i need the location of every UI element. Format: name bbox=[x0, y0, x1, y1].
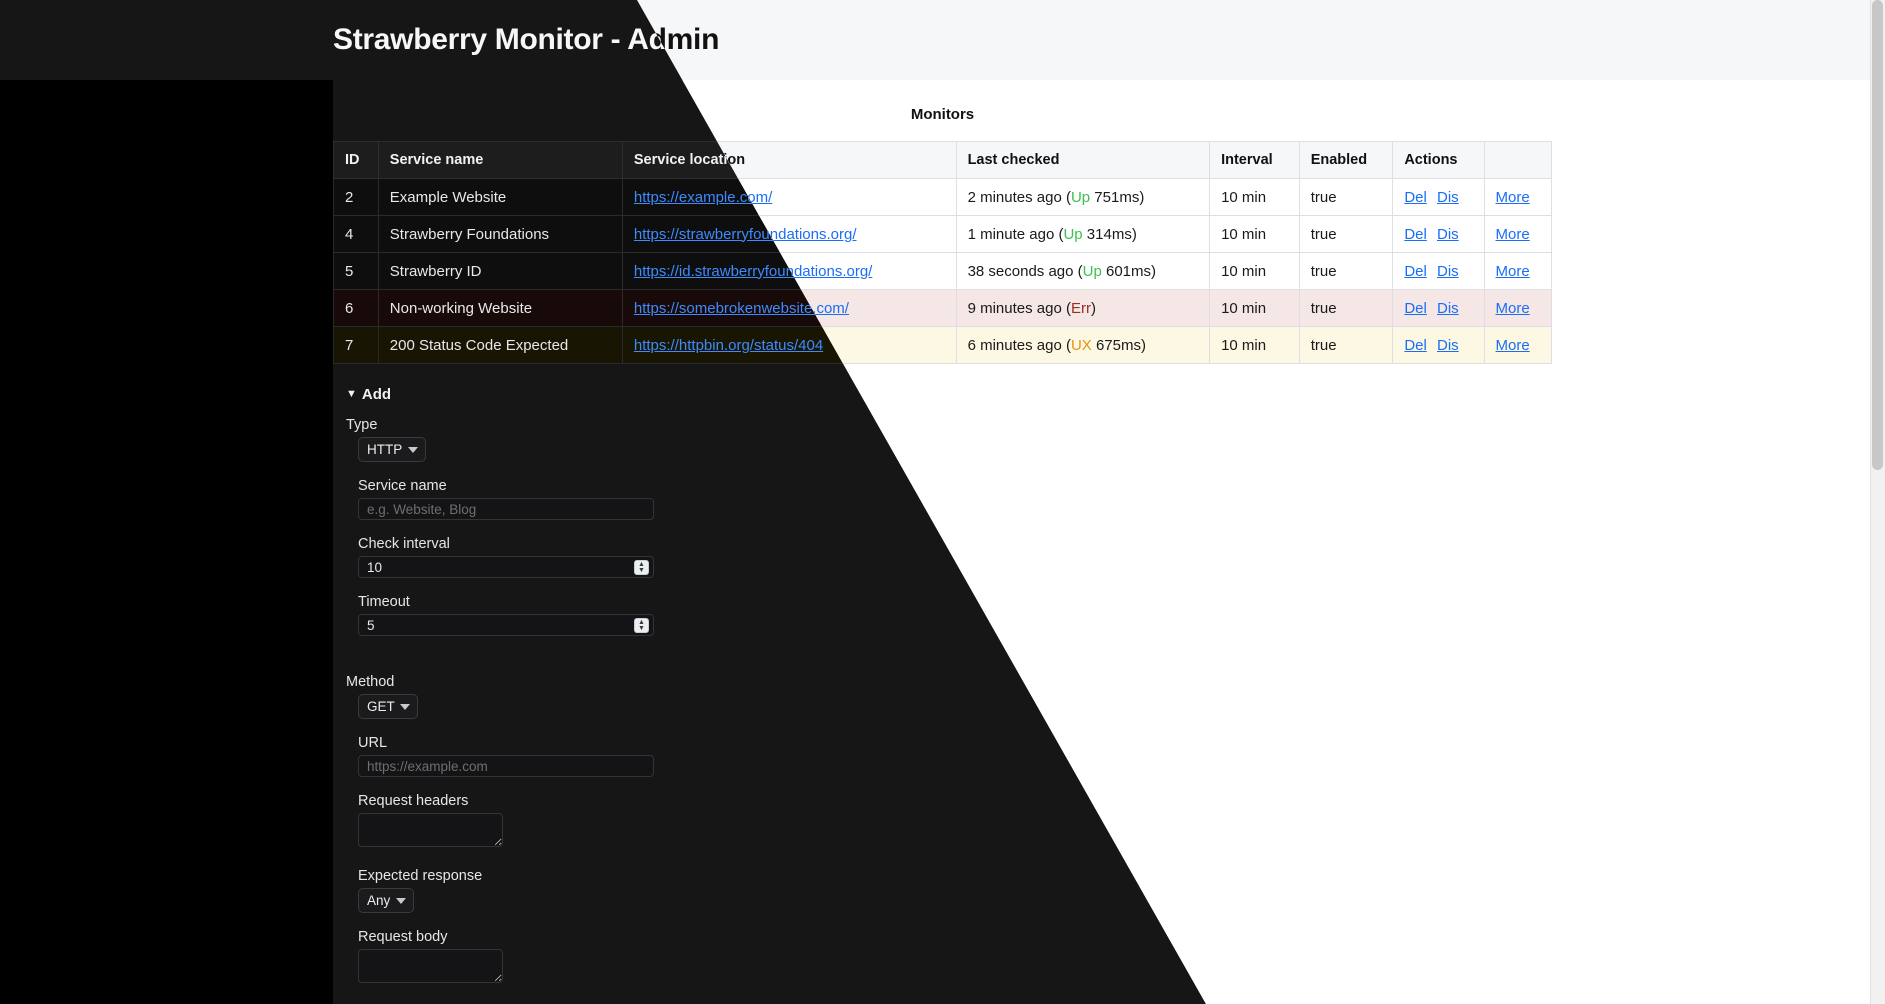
cell-enabled: true bbox=[1298, 326, 1394, 364]
response-time-text: 314ms) bbox=[1082, 225, 1137, 243]
response-time-text: 601ms) bbox=[1101, 262, 1157, 280]
method-select[interactable]: GET bbox=[358, 694, 418, 719]
cell-actions: Del Dis bbox=[1392, 215, 1485, 253]
status-badge: Up bbox=[1070, 188, 1091, 206]
cell-more: More bbox=[1483, 178, 1553, 216]
service-name-input[interactable] bbox=[358, 498, 654, 520]
cell-service-name: Strawberry Foundations bbox=[377, 215, 623, 253]
more-link[interactable]: More bbox=[1496, 263, 1530, 280]
cell-id: 7 bbox=[333, 326, 379, 364]
response-time-text: 675ms) bbox=[1091, 336, 1146, 354]
cell-enabled: true bbox=[1298, 252, 1394, 290]
cell-id: 4 bbox=[333, 215, 379, 253]
url-input[interactable] bbox=[358, 755, 654, 777]
cell-interval: 10 min bbox=[1209, 289, 1300, 327]
cell-id: 2 bbox=[333, 178, 379, 216]
disable-link[interactable]: Dis bbox=[1437, 263, 1459, 280]
cell-service-name: Non-working Website bbox=[377, 289, 623, 327]
disable-link[interactable]: Dis bbox=[1437, 300, 1459, 317]
service-location-link[interactable]: https://httpbin.org/status/404 bbox=[634, 337, 823, 354]
cell-actions: Del Dis bbox=[1392, 326, 1485, 364]
cell-interval: 10 min bbox=[1209, 252, 1300, 290]
delete-link[interactable]: Del bbox=[1404, 337, 1427, 354]
cell-last-checked: 9 minutes ago (Err) bbox=[955, 289, 1211, 327]
request-body-textarea[interactable] bbox=[358, 949, 503, 983]
response-time-text: ) bbox=[1090, 299, 1096, 317]
request-headers-textarea[interactable] bbox=[358, 813, 503, 847]
last-checked-text: 38 seconds ago ( bbox=[967, 262, 1083, 280]
more-link[interactable]: More bbox=[1496, 337, 1530, 354]
disable-link[interactable]: Dis bbox=[1437, 226, 1459, 243]
last-checked-text: 2 minutes ago ( bbox=[967, 188, 1071, 206]
cell-service-name: Example Website bbox=[377, 178, 623, 216]
type-select[interactable]: HTTP bbox=[358, 437, 426, 462]
delete-link[interactable]: Del bbox=[1404, 189, 1427, 206]
last-checked-text: 9 minutes ago ( bbox=[967, 299, 1071, 317]
column-header-interval: Interval bbox=[1209, 141, 1300, 179]
column-header-id: ID bbox=[333, 141, 379, 179]
cell-service-name: 200 Status Code Expected bbox=[377, 326, 623, 364]
add-section-label: Add bbox=[361, 386, 392, 403]
cell-enabled: true bbox=[1298, 178, 1394, 216]
cell-id: 6 bbox=[333, 289, 379, 327]
cell-actions: Del Dis bbox=[1392, 178, 1485, 216]
scrollbar-thumb[interactable] bbox=[1872, 0, 1883, 470]
cell-last-checked: 6 minutes ago (UX 675ms) bbox=[955, 326, 1211, 364]
response-time-text: 751ms) bbox=[1090, 188, 1145, 206]
spinner-up-down-icon[interactable]: ▲▼ bbox=[634, 618, 649, 633]
cell-more: More bbox=[1483, 252, 1553, 290]
column-header-service-name: Service name bbox=[377, 141, 623, 179]
delete-link[interactable]: Del bbox=[1404, 300, 1427, 317]
cell-actions: Del Dis bbox=[1392, 252, 1485, 290]
cell-more: More bbox=[1483, 289, 1553, 327]
column-header-enabled: Enabled bbox=[1298, 141, 1394, 179]
spinner-up-down-icon[interactable]: ▲▼ bbox=[634, 560, 649, 575]
timeout-input[interactable] bbox=[358, 614, 654, 636]
column-header-actions: Actions bbox=[1392, 141, 1485, 179]
expected-response-select[interactable]: Any bbox=[358, 888, 414, 913]
column-header-last-checked: Last checked bbox=[955, 141, 1211, 179]
cell-enabled: true bbox=[1298, 289, 1394, 327]
cell-interval: 10 min bbox=[1209, 215, 1300, 253]
cell-last-checked: 38 seconds ago (Up 601ms) bbox=[955, 252, 1211, 290]
delete-link[interactable]: Del bbox=[1404, 263, 1427, 280]
cell-service-name: Strawberry ID bbox=[377, 252, 623, 290]
more-link[interactable]: More bbox=[1496, 300, 1530, 317]
cell-more: More bbox=[1483, 326, 1553, 364]
more-link[interactable]: More bbox=[1496, 226, 1530, 243]
timeout-stepper[interactable]: ▲▼ bbox=[346, 614, 654, 648]
cell-last-checked: 1 minute ago (Up 314ms) bbox=[955, 215, 1211, 253]
page-scrollbar[interactable] bbox=[1870, 0, 1885, 1004]
cell-last-checked: 2 minutes ago (Up 751ms) bbox=[955, 178, 1211, 216]
cell-interval: 10 min bbox=[1209, 178, 1300, 216]
status-badge: Err bbox=[1070, 299, 1091, 317]
cell-interval: 10 min bbox=[1209, 326, 1300, 364]
status-badge: Up bbox=[1063, 225, 1083, 243]
check-interval-input[interactable] bbox=[358, 556, 654, 578]
more-link[interactable]: More bbox=[1496, 189, 1530, 206]
status-badge: UX bbox=[1070, 336, 1092, 354]
caret-down-icon[interactable]: ▼ bbox=[346, 389, 357, 400]
column-header-more bbox=[1483, 141, 1553, 179]
status-badge: Up bbox=[1082, 262, 1102, 280]
cell-enabled: true bbox=[1298, 215, 1394, 253]
delete-link[interactable]: Del bbox=[1404, 226, 1427, 243]
cell-more: More bbox=[1483, 215, 1553, 253]
disable-link[interactable]: Dis bbox=[1437, 337, 1459, 354]
last-checked-text: 6 minutes ago ( bbox=[967, 336, 1071, 354]
cell-actions: Del Dis bbox=[1392, 289, 1485, 327]
cell-id: 5 bbox=[333, 252, 379, 290]
disable-link[interactable]: Dis bbox=[1437, 189, 1459, 206]
check-interval-stepper[interactable]: ▲▼ bbox=[346, 556, 654, 590]
last-checked-text: 1 minute ago ( bbox=[967, 225, 1064, 243]
